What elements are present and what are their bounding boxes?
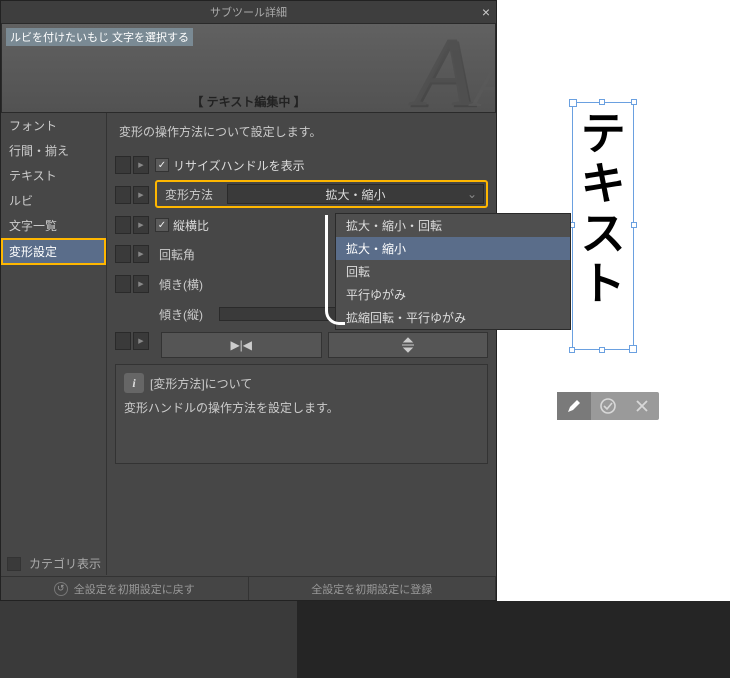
category-label: カテゴリ表示 xyxy=(29,555,101,572)
visibility-toggle[interactable] xyxy=(115,216,131,234)
visibility-toggle[interactable] xyxy=(115,245,131,263)
expand-toggle[interactable] xyxy=(133,332,149,350)
dropdown-option[interactable]: 平行ゆがみ xyxy=(336,283,570,306)
text-edit-toolbar xyxy=(557,392,659,420)
subtool-detail-dialog: サブツール詳細 × ルビを付けたいもじ 文字を選択する A A 【 テキスト編集… xyxy=(0,0,497,601)
category-sidebar: フォント 行間・揃え テキスト ルビ 文字一覧 変形設定 xyxy=(1,113,107,575)
close-icon[interactable]: × xyxy=(482,4,490,20)
header-preview: ルビを付けたいもじ 文字を選択する A A 【 テキスト編集中 】 xyxy=(1,23,496,113)
expand-toggle[interactable] xyxy=(133,275,149,293)
sidebar-item-transform[interactable]: 変形設定 xyxy=(1,238,106,265)
info-box: i [変形方法]について 変形ハンドルの操作方法を設定します。 xyxy=(115,364,488,464)
visibility-toggle[interactable] xyxy=(115,186,131,204)
titlebar: サブツール詳細 × xyxy=(1,1,496,23)
resize-handle-row: ✓ リサイズハンドルを表示 xyxy=(115,152,488,178)
flip-vertical-button[interactable] xyxy=(328,332,489,358)
ruby-hint-badge: ルビを付けたいもじ 文字を選択する xyxy=(6,28,193,46)
cancel-icon[interactable] xyxy=(625,392,659,420)
visibility-toggle[interactable] xyxy=(115,275,131,293)
dialog-title: サブツール詳細 xyxy=(210,4,287,20)
transform-method-select[interactable]: 拡大・縮小 xyxy=(227,184,484,204)
decorative-letter: A xyxy=(414,23,475,113)
edit-icon[interactable] xyxy=(557,392,591,420)
info-title: [変形方法]について xyxy=(150,375,252,392)
sidebar-item-font[interactable]: フォント xyxy=(1,113,106,138)
text-bounding-box[interactable]: テキスト xyxy=(572,102,634,350)
confirm-icon[interactable] xyxy=(591,392,625,420)
vertical-text[interactable]: テキスト xyxy=(573,103,633,349)
transform-method-label: 変形方法 xyxy=(159,186,227,203)
save-all-button[interactable]: 全設定を初期設定に登録 xyxy=(249,577,497,600)
editing-status: 【 テキスト編集中 】 xyxy=(191,93,305,110)
workspace-background xyxy=(297,601,730,678)
footer-buttons: ↺ 全設定を初期設定に戻す 全設定を初期設定に登録 xyxy=(1,576,496,600)
transform-method-row: 変形方法 拡大・縮小 xyxy=(115,182,488,208)
visibility-toggle[interactable] xyxy=(115,332,131,350)
expand-toggle[interactable] xyxy=(133,186,149,204)
sidebar-item-ruby[interactable]: ルビ xyxy=(1,188,106,213)
info-icon: i xyxy=(124,373,144,393)
category-checkbox[interactable] xyxy=(7,557,21,571)
category-display-row[interactable]: カテゴリ表示 xyxy=(7,555,101,572)
info-body: 変形ハンドルの操作方法を設定します。 xyxy=(124,399,479,416)
dropdown-option[interactable]: 拡大・縮小・回転 xyxy=(336,214,570,237)
aspect-label: 縦横比 xyxy=(173,217,209,234)
decorative-letter: A xyxy=(472,44,496,113)
expand-toggle[interactable] xyxy=(133,216,149,234)
flip-horizontal-button[interactable]: ▶|◀ xyxy=(161,332,322,358)
sidebar-item-line[interactable]: 行間・揃え xyxy=(1,138,106,163)
aspect-checkbox[interactable]: ✓ xyxy=(155,218,169,232)
dropdown-option[interactable]: 拡大・縮小 xyxy=(336,237,570,260)
flip-button-row: ▶|◀ xyxy=(115,332,488,358)
rotation-label: 回転角 xyxy=(159,246,215,263)
settings-content: 変形の操作方法について設定します。 ✓ リサイズハンドルを表示 変形方法 xyxy=(107,113,496,575)
resize-handle-label: リサイズハンドルを表示 xyxy=(173,157,305,174)
skew-h-label: 傾き(横) xyxy=(159,276,215,293)
dropdown-option[interactable]: 拡縮回転・平行ゆがみ xyxy=(336,306,570,329)
description-text: 変形の操作方法について設定します。 xyxy=(119,123,488,140)
sidebar-item-text[interactable]: テキスト xyxy=(1,163,106,188)
resize-handle-checkbox[interactable]: ✓ xyxy=(155,158,169,172)
visibility-toggle[interactable] xyxy=(115,156,131,174)
skew-v-label: 傾き(縦) xyxy=(159,306,215,323)
dropdown-option[interactable]: 回転 xyxy=(336,260,570,283)
reset-all-button[interactable]: ↺ 全設定を初期設定に戻す xyxy=(1,577,249,600)
expand-toggle[interactable] xyxy=(133,245,149,263)
transform-dropdown: 拡大・縮小・回転 拡大・縮小 回転 平行ゆがみ 拡縮回転・平行ゆがみ xyxy=(335,213,571,330)
expand-toggle[interactable] xyxy=(133,156,149,174)
sidebar-item-charlist[interactable]: 文字一覧 xyxy=(1,213,106,238)
reset-icon: ↺ xyxy=(54,582,68,596)
